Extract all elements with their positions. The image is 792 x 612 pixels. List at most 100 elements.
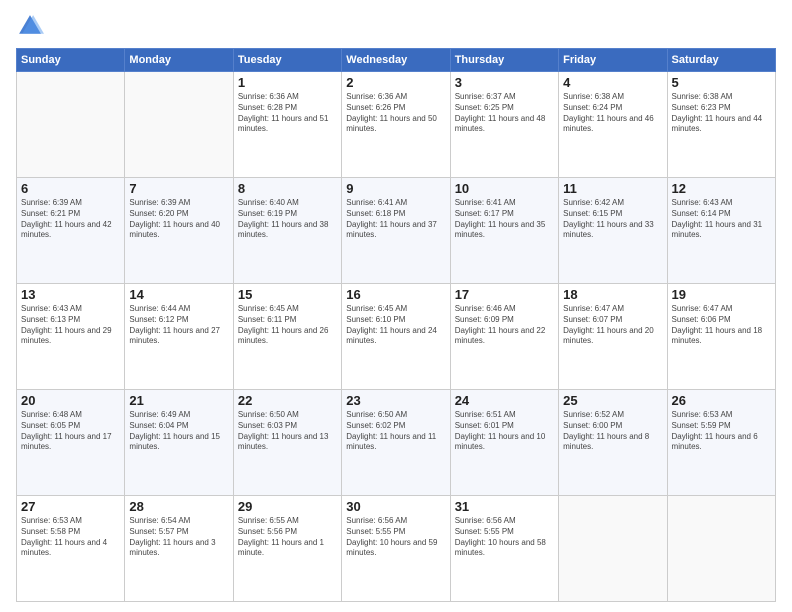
daylight-hours: Daylight: 11 hours and 11 minutes. xyxy=(346,432,445,454)
sunrise-text: Sunrise: 6:38 AM xyxy=(563,92,662,103)
daylight-hours: Daylight: 11 hours and 13 minutes. xyxy=(238,432,337,454)
sunset-text: Sunset: 6:09 PM xyxy=(455,315,554,326)
daylight-hours: Daylight: 11 hours and 37 minutes. xyxy=(346,220,445,242)
calendar-cell: 24Sunrise: 6:51 AMSunset: 6:01 PMDayligh… xyxy=(450,390,558,496)
sunset-text: Sunset: 5:59 PM xyxy=(672,421,771,432)
day-number: 25 xyxy=(563,393,662,408)
day-number: 15 xyxy=(238,287,337,302)
day-number: 7 xyxy=(129,181,228,196)
sunrise-text: Sunrise: 6:36 AM xyxy=(238,92,337,103)
sunrise-text: Sunrise: 6:51 AM xyxy=(455,410,554,421)
sunset-text: Sunset: 6:11 PM xyxy=(238,315,337,326)
day-number: 10 xyxy=(455,181,554,196)
daylight-hours: Daylight: 11 hours and 51 minutes. xyxy=(238,114,337,136)
sunrise-text: Sunrise: 6:38 AM xyxy=(672,92,771,103)
day-number: 20 xyxy=(21,393,120,408)
daylight-hours: Daylight: 11 hours and 38 minutes. xyxy=(238,220,337,242)
sunset-text: Sunset: 6:10 PM xyxy=(346,315,445,326)
day-number: 27 xyxy=(21,499,120,514)
calendar-cell: 29Sunrise: 6:55 AMSunset: 5:56 PMDayligh… xyxy=(233,496,341,602)
sunset-text: Sunset: 6:20 PM xyxy=(129,209,228,220)
daylight-hours: Daylight: 10 hours and 58 minutes. xyxy=(455,538,554,560)
daylight-hours: Daylight: 11 hours and 17 minutes. xyxy=(21,432,120,454)
calendar-week-row: 13Sunrise: 6:43 AMSunset: 6:13 PMDayligh… xyxy=(17,284,776,390)
sunset-text: Sunset: 6:12 PM xyxy=(129,315,228,326)
weekday-header-tuesday: Tuesday xyxy=(233,49,341,72)
calendar-cell: 5Sunrise: 6:38 AMSunset: 6:23 PMDaylight… xyxy=(667,72,775,178)
daylight-hours: Daylight: 11 hours and 4 minutes. xyxy=(21,538,120,560)
sunrise-text: Sunrise: 6:50 AM xyxy=(238,410,337,421)
calendar-cell: 31Sunrise: 6:56 AMSunset: 5:55 PMDayligh… xyxy=(450,496,558,602)
daylight-hours: Daylight: 11 hours and 24 minutes. xyxy=(346,326,445,348)
calendar-cell: 19Sunrise: 6:47 AMSunset: 6:06 PMDayligh… xyxy=(667,284,775,390)
calendar-cell: 14Sunrise: 6:44 AMSunset: 6:12 PMDayligh… xyxy=(125,284,233,390)
calendar-cell xyxy=(667,496,775,602)
calendar-cell: 9Sunrise: 6:41 AMSunset: 6:18 PMDaylight… xyxy=(342,178,450,284)
day-number: 13 xyxy=(21,287,120,302)
day-number: 24 xyxy=(455,393,554,408)
page: SundayMondayTuesdayWednesdayThursdayFrid… xyxy=(0,0,792,612)
sunset-text: Sunset: 6:13 PM xyxy=(21,315,120,326)
day-number: 21 xyxy=(129,393,228,408)
sunrise-text: Sunrise: 6:56 AM xyxy=(346,516,445,527)
calendar-cell: 15Sunrise: 6:45 AMSunset: 6:11 PMDayligh… xyxy=(233,284,341,390)
sunrise-text: Sunrise: 6:42 AM xyxy=(563,198,662,209)
calendar-cell: 12Sunrise: 6:43 AMSunset: 6:14 PMDayligh… xyxy=(667,178,775,284)
day-number: 26 xyxy=(672,393,771,408)
day-number: 30 xyxy=(346,499,445,514)
daylight-hours: Daylight: 11 hours and 44 minutes. xyxy=(672,114,771,136)
sunrise-text: Sunrise: 6:41 AM xyxy=(346,198,445,209)
sunset-text: Sunset: 6:24 PM xyxy=(563,103,662,114)
daylight-hours: Daylight: 11 hours and 40 minutes. xyxy=(129,220,228,242)
daylight-hours: Daylight: 11 hours and 31 minutes. xyxy=(672,220,771,242)
sunrise-text: Sunrise: 6:47 AM xyxy=(563,304,662,315)
day-number: 22 xyxy=(238,393,337,408)
daylight-hours: Daylight: 11 hours and 8 minutes. xyxy=(563,432,662,454)
sunrise-text: Sunrise: 6:40 AM xyxy=(238,198,337,209)
sunset-text: Sunset: 6:14 PM xyxy=(672,209,771,220)
sunset-text: Sunset: 6:15 PM xyxy=(563,209,662,220)
sunset-text: Sunset: 6:05 PM xyxy=(21,421,120,432)
sunrise-text: Sunrise: 6:52 AM xyxy=(563,410,662,421)
day-number: 12 xyxy=(672,181,771,196)
calendar-cell: 30Sunrise: 6:56 AMSunset: 5:55 PMDayligh… xyxy=(342,496,450,602)
sunset-text: Sunset: 6:01 PM xyxy=(455,421,554,432)
day-number: 18 xyxy=(563,287,662,302)
calendar-cell xyxy=(17,72,125,178)
weekday-header-sunday: Sunday xyxy=(17,49,125,72)
sunset-text: Sunset: 6:25 PM xyxy=(455,103,554,114)
daylight-hours: Daylight: 11 hours and 27 minutes. xyxy=(129,326,228,348)
daylight-hours: Daylight: 11 hours and 26 minutes. xyxy=(238,326,337,348)
daylight-hours: Daylight: 11 hours and 1 minute. xyxy=(238,538,337,560)
daylight-hours: Daylight: 11 hours and 35 minutes. xyxy=(455,220,554,242)
day-number: 6 xyxy=(21,181,120,196)
sunrise-text: Sunrise: 6:49 AM xyxy=(129,410,228,421)
sunset-text: Sunset: 6:06 PM xyxy=(672,315,771,326)
header xyxy=(16,12,776,40)
weekday-header-friday: Friday xyxy=(559,49,667,72)
calendar-week-row: 6Sunrise: 6:39 AMSunset: 6:21 PMDaylight… xyxy=(17,178,776,284)
day-number: 2 xyxy=(346,75,445,90)
calendar-cell: 3Sunrise: 6:37 AMSunset: 6:25 PMDaylight… xyxy=(450,72,558,178)
calendar-cell: 21Sunrise: 6:49 AMSunset: 6:04 PMDayligh… xyxy=(125,390,233,496)
calendar-cell: 2Sunrise: 6:36 AMSunset: 6:26 PMDaylight… xyxy=(342,72,450,178)
daylight-hours: Daylight: 11 hours and 22 minutes. xyxy=(455,326,554,348)
calendar-cell: 4Sunrise: 6:38 AMSunset: 6:24 PMDaylight… xyxy=(559,72,667,178)
sunrise-text: Sunrise: 6:44 AM xyxy=(129,304,228,315)
sunrise-text: Sunrise: 6:37 AM xyxy=(455,92,554,103)
sunrise-text: Sunrise: 6:36 AM xyxy=(346,92,445,103)
daylight-hours: Daylight: 11 hours and 6 minutes. xyxy=(672,432,771,454)
sunset-text: Sunset: 6:02 PM xyxy=(346,421,445,432)
day-number: 17 xyxy=(455,287,554,302)
sunset-text: Sunset: 6:04 PM xyxy=(129,421,228,432)
daylight-hours: Daylight: 11 hours and 33 minutes. xyxy=(563,220,662,242)
calendar-cell: 20Sunrise: 6:48 AMSunset: 6:05 PMDayligh… xyxy=(17,390,125,496)
calendar-cell: 1Sunrise: 6:36 AMSunset: 6:28 PMDaylight… xyxy=(233,72,341,178)
day-number: 9 xyxy=(346,181,445,196)
sunrise-text: Sunrise: 6:39 AM xyxy=(21,198,120,209)
calendar-cell: 8Sunrise: 6:40 AMSunset: 6:19 PMDaylight… xyxy=(233,178,341,284)
sunrise-text: Sunrise: 6:50 AM xyxy=(346,410,445,421)
calendar-table: SundayMondayTuesdayWednesdayThursdayFrid… xyxy=(16,48,776,602)
sunrise-text: Sunrise: 6:53 AM xyxy=(21,516,120,527)
sunrise-text: Sunrise: 6:53 AM xyxy=(672,410,771,421)
